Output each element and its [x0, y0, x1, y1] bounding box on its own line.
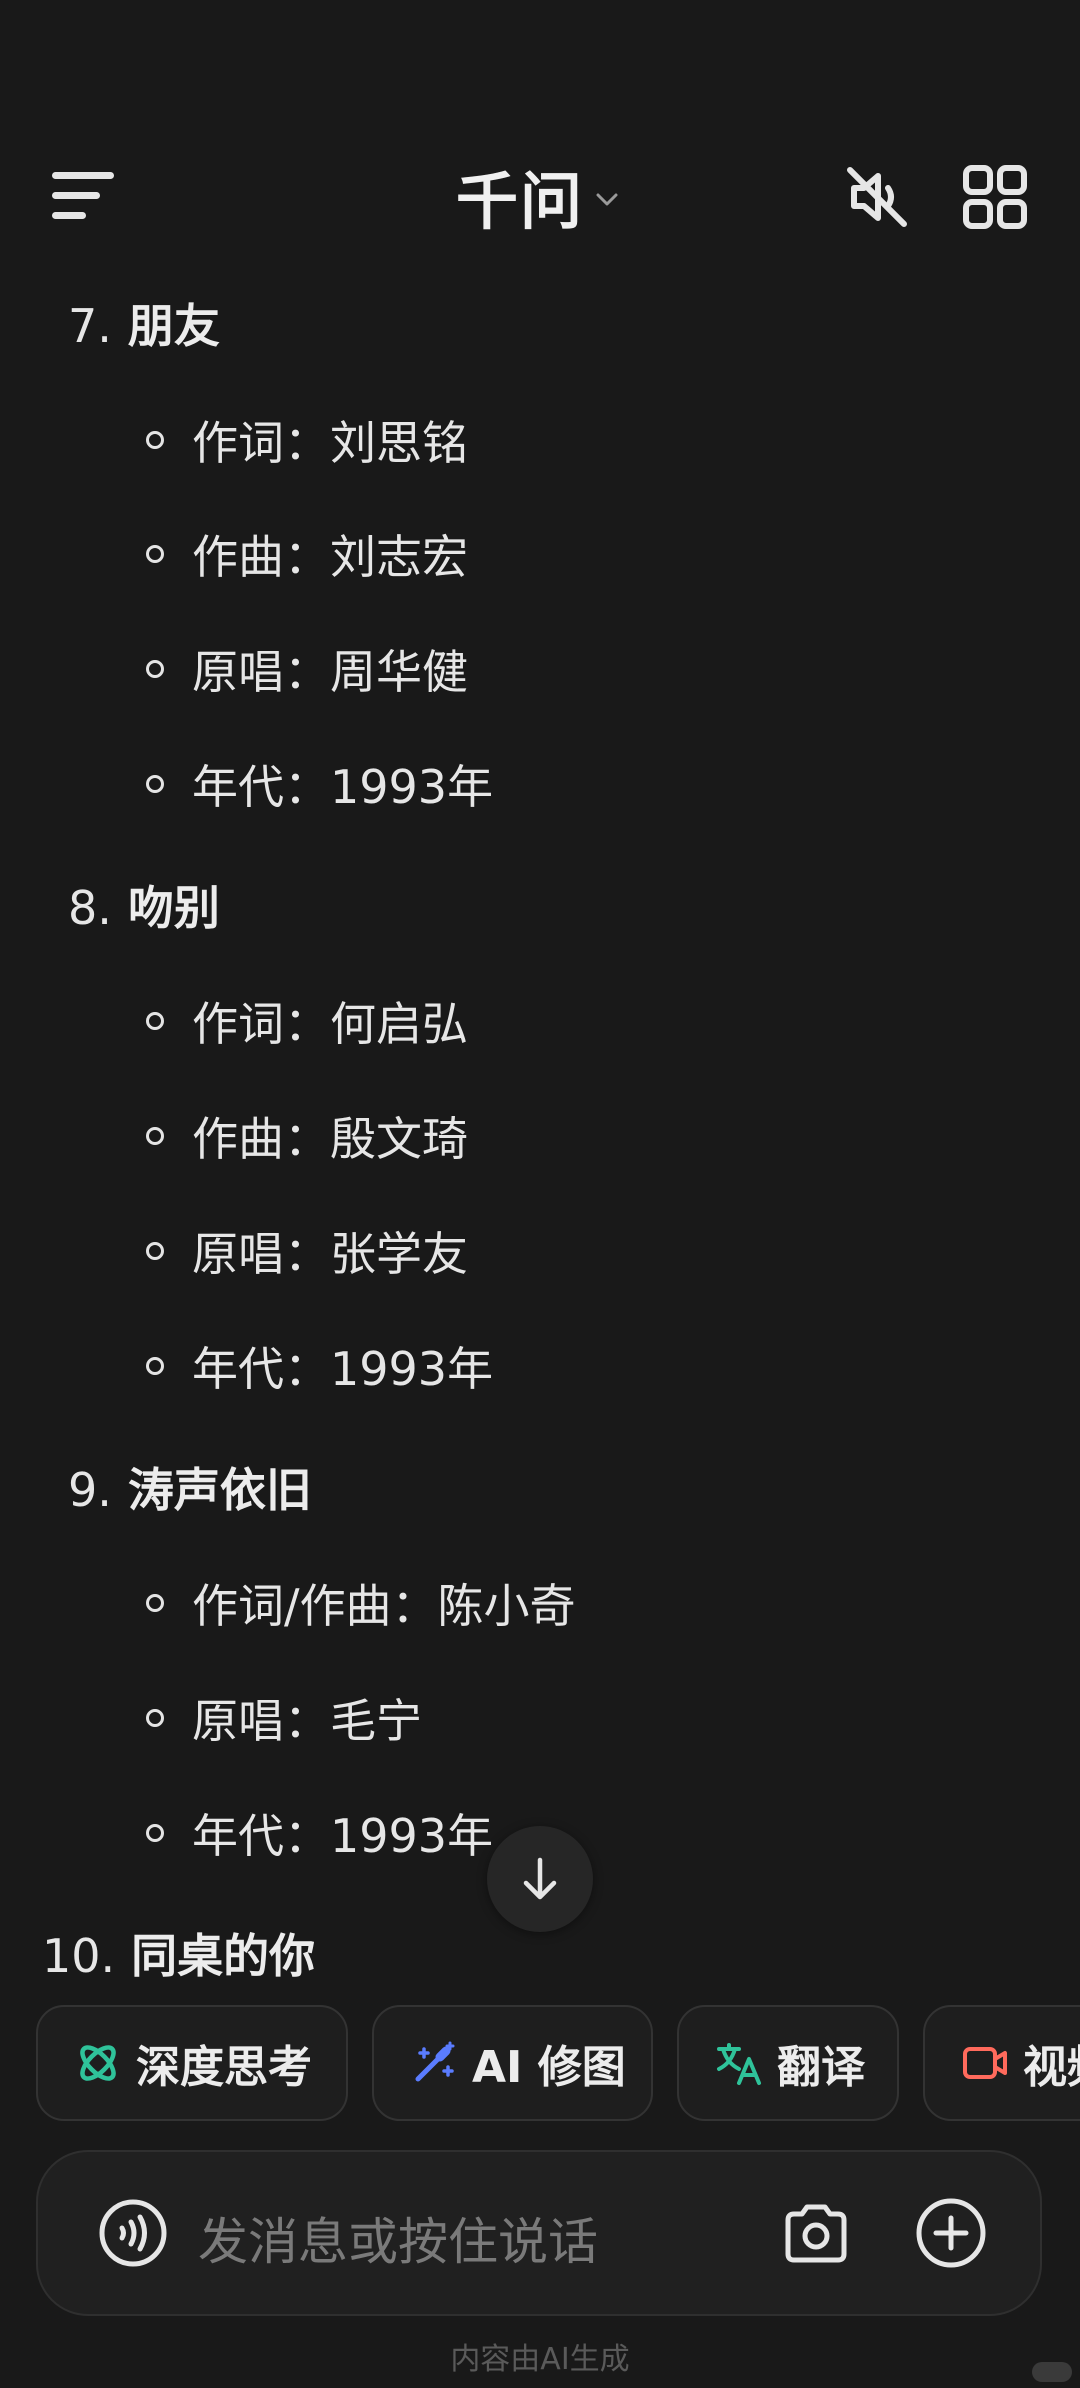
- song-number: 7.: [68, 299, 112, 353]
- translate-icon: [717, 2043, 761, 2085]
- bullet-dot: [146, 431, 164, 449]
- menu-icon[interactable]: [52, 170, 116, 222]
- detail-text: 作曲：殷文琦: [192, 1112, 468, 1166]
- magic-wand-icon: [415, 2041, 455, 2082]
- plus-circle-icon[interactable]: [914, 2196, 988, 2270]
- chip-translate[interactable]: 翻译: [677, 2005, 899, 2121]
- ai-generated-disclaimer: 内容由AI生成: [450, 2342, 630, 2377]
- list-item: 作曲：殷文琦: [146, 1106, 468, 1166]
- song-name: 涛声依旧: [127, 1463, 312, 1517]
- detail-text: 作词：刘思铭: [192, 416, 468, 470]
- chip-ai-retouch[interactable]: AI 修图: [372, 2005, 653, 2121]
- list-item: 年代：1993年: [146, 1803, 493, 1863]
- bullet-dot: [146, 545, 164, 563]
- detail-text: 原唱：毛宁: [192, 1694, 422, 1748]
- arrow-down-icon: [523, 1857, 557, 1900]
- detail-text: 年代：1993年: [192, 1809, 494, 1863]
- model-switcher[interactable]: 千问: [456, 160, 618, 238]
- chip-video-call[interactable]: 视频: [923, 2005, 1080, 2121]
- bullet-dot: [146, 660, 164, 678]
- scroll-to-bottom-button[interactable]: [487, 1826, 593, 1932]
- menu-icon-bar: [52, 192, 100, 199]
- list-item: 原唱：张学友: [146, 1221, 468, 1281]
- bullet-dot: [146, 1357, 164, 1375]
- list-item: 年代：1993年: [146, 754, 493, 814]
- song-name: 同桌的你: [131, 1929, 316, 1983]
- detail-text: 作曲：刘志宏: [192, 530, 468, 584]
- bullet-dot: [146, 775, 164, 793]
- detail-text: 年代：1993年: [192, 1342, 494, 1396]
- menu-icon-bar: [52, 172, 114, 179]
- bullet-dot: [146, 1242, 164, 1260]
- song-number: 8.: [68, 881, 112, 935]
- list-item: 作词：刘思铭: [146, 410, 468, 470]
- quick-action-bar: 深度思考 AI 修图 翻译 视频: [0, 2005, 1080, 2123]
- top-bar: 千问: [0, 150, 1080, 240]
- list-item: 作曲：刘志宏: [146, 524, 468, 584]
- list-item: 作词/作曲：陈小奇: [146, 1573, 576, 1633]
- detail-text: 原唱：周华健: [192, 645, 468, 699]
- app-grid-icon[interactable]: [962, 164, 1028, 230]
- song-title: 8. 吻别: [68, 872, 220, 938]
- chip-label: 翻译: [777, 2042, 865, 2093]
- message-input[interactable]: 发消息或按住说话: [198, 2202, 598, 2274]
- video-call-icon: [963, 2047, 1007, 2079]
- song-title: 7. 朋友: [68, 290, 220, 356]
- menu-icon-bar: [52, 212, 86, 219]
- song-number: 9.: [68, 1463, 112, 1517]
- chip-deep-thinking[interactable]: 深度思考: [36, 2005, 348, 2121]
- song-name: 朋友: [127, 299, 220, 353]
- bullet-dot: [146, 1594, 164, 1612]
- song-title: 9. 涛声依旧: [68, 1454, 312, 1520]
- atom-icon: [80, 2045, 116, 2081]
- message-input-bar[interactable]: 发消息或按住说话: [36, 2150, 1042, 2316]
- song-name: 吻别: [127, 881, 220, 935]
- list-item: 原唱：毛宁: [146, 1688, 422, 1748]
- list-item: 原唱：周华健: [146, 639, 468, 699]
- bullet-dot: [146, 1012, 164, 1030]
- camera-icon[interactable]: [780, 2198, 852, 2270]
- bullet-dot: [146, 1824, 164, 1842]
- app-title: 千问: [456, 165, 585, 238]
- watermark-badge: [1032, 2362, 1072, 2382]
- bullet-dot: [146, 1709, 164, 1727]
- song-title: 10. 同桌的你: [42, 1920, 315, 1986]
- list-item: 年代：1993年: [146, 1336, 493, 1396]
- detail-text: 作词：何启弘: [192, 997, 468, 1051]
- speaker-muted-icon[interactable]: [844, 164, 910, 230]
- chevron-down-icon: [596, 193, 618, 206]
- detail-text: 原唱：张学友: [192, 1227, 468, 1281]
- detail-text: 作词/作曲：陈小奇: [192, 1579, 576, 1633]
- song-number: 10.: [42, 1929, 116, 1983]
- chip-label: 视频: [1023, 2042, 1080, 2093]
- chip-label: AI 修图: [472, 2042, 626, 2093]
- detail-text: 年代：1993年: [192, 760, 494, 814]
- chip-label: 深度思考: [136, 2042, 312, 2093]
- bullet-dot: [146, 1127, 164, 1145]
- voice-wave-icon[interactable]: [98, 2198, 168, 2268]
- list-item: 作词：何启弘: [146, 991, 468, 1051]
